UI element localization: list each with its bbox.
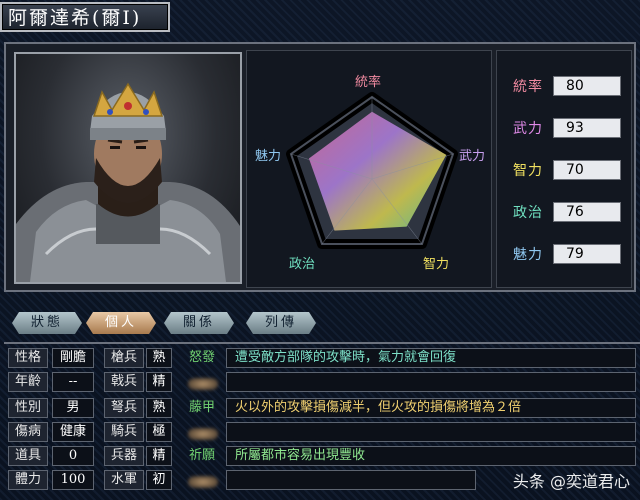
radar-label-zhengzhi: 政治 — [289, 257, 316, 272]
personal-value: 剛膽 — [52, 348, 94, 368]
stat-row-zhili: 智力 70 — [513, 159, 621, 181]
personal-value: 男 — [52, 398, 94, 418]
personal-label: 道具 — [8, 446, 48, 466]
radar-label-meili: 魅力 — [255, 149, 282, 164]
tab-biography[interactable]: 列傳 — [246, 312, 316, 334]
ability-stats: 統率 80 武力 93 智力 70 政治 76 魅力 79 — [496, 50, 632, 288]
officer-name: 阿爾達希(爾Ⅰ) — [8, 7, 142, 29]
stat-value: 79 — [553, 244, 621, 264]
empty-skill-slot — [188, 378, 218, 390]
skill-description: 火以外的攻擊損傷減半，但火攻的損傷將增為２倍 — [226, 398, 636, 418]
skill-name[interactable]: 藤甲 — [182, 398, 222, 418]
personal-value: 0 — [52, 446, 94, 466]
stat-value: 76 — [553, 202, 621, 222]
watermark: 头条 @奕道君心 — [512, 472, 630, 491]
personal-label: 傷病 — [8, 422, 48, 442]
stat-label: 魅力 — [513, 247, 543, 263]
stat-label: 統率 — [513, 79, 543, 95]
officer-name-plate: 阿爾達希(爾Ⅰ) — [0, 2, 170, 32]
tab-status[interactable]: 狀態 — [12, 312, 82, 334]
portrait-image — [16, 82, 240, 282]
stat-label: 政治 — [513, 205, 543, 221]
troop-label: 騎兵 — [104, 422, 144, 442]
stat-row-zhengzhi: 政治 76 — [513, 201, 621, 223]
troop-label: 水軍 — [104, 470, 144, 490]
top-panel: 統率 武力 智力 政治 魅力 統率 80 武力 93 智力 70 政治 76 魅… — [4, 42, 636, 292]
troop-value: 精 — [146, 446, 172, 466]
troop-label: 弩兵 — [104, 398, 144, 418]
personal-value: 健康 — [52, 422, 94, 442]
empty-skill-slot — [188, 476, 218, 488]
officer-portrait — [14, 52, 242, 284]
stat-value: 93 — [553, 118, 621, 138]
tab-bar: 狀態 個人 關係 列傳 — [0, 306, 640, 342]
skill-description — [226, 372, 636, 392]
stat-row-tongshuai: 統率 80 — [513, 75, 621, 97]
stat-label: 武力 — [513, 121, 543, 137]
personal-label: 性別 — [8, 398, 48, 418]
skill-description — [226, 422, 636, 442]
ability-radar-chart: 統率 武力 智力 政治 魅力 — [246, 50, 492, 288]
skill-name[interactable]: 祈願 — [182, 446, 222, 466]
tab-relations[interactable]: 關係 — [164, 312, 234, 334]
troop-label: 戟兵 — [104, 372, 144, 392]
stat-value: 70 — [553, 160, 621, 180]
troop-label: 槍兵 — [104, 348, 144, 368]
stat-row-meili: 魅力 79 — [513, 243, 621, 265]
personal-label: 體力 — [8, 470, 48, 490]
skill-name[interactable]: 怒發 — [182, 348, 222, 368]
troop-value: 極 — [146, 422, 172, 442]
stat-row-wuli: 武力 93 — [513, 117, 621, 139]
troop-value: 初 — [146, 470, 172, 490]
radar-label-wuli: 武力 — [459, 149, 486, 164]
personal-value: 100 — [52, 470, 94, 490]
personal-label: 年齡 — [8, 372, 48, 392]
personal-value: -- — [52, 372, 94, 392]
troop-label: 兵器 — [104, 446, 144, 466]
empty-skill-slot — [188, 428, 218, 440]
troop-value: 精 — [146, 372, 172, 392]
skill-description: 遭受敵方部隊的攻擊時，氣力就會回復 — [226, 348, 636, 368]
stat-value: 80 — [553, 76, 621, 96]
skill-description — [226, 470, 476, 490]
tab-personal[interactable]: 個人 — [86, 312, 156, 334]
troop-value: 熟 — [146, 348, 172, 368]
personal-label: 性格 — [8, 348, 48, 368]
troop-value: 熟 — [146, 398, 172, 418]
skill-description: 所屬都市容易出現豐收 — [226, 446, 636, 466]
radar-label-zhili: 智力 — [423, 257, 450, 272]
radar-label-tongshuai: 統率 — [355, 75, 382, 90]
stat-label: 智力 — [513, 163, 543, 179]
